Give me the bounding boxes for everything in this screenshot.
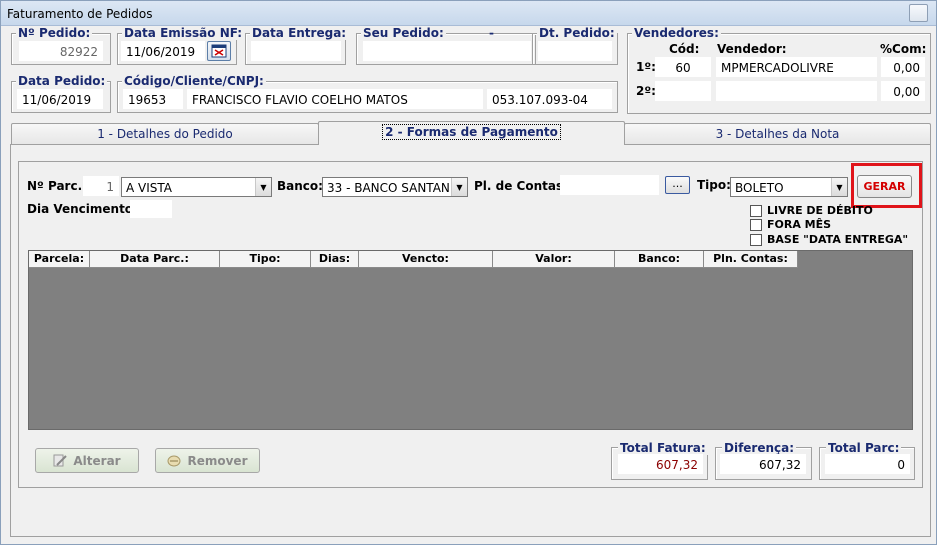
- vendedor2-cod-field[interactable]: [655, 81, 711, 101]
- calendar-icon: [211, 44, 227, 58]
- remove-icon: [167, 455, 181, 467]
- vendedor1-com-field[interactable]: 0,00: [881, 57, 925, 77]
- total-fatura-field[interactable]: 607,32: [618, 454, 703, 474]
- tab-formas-pagamento-label: 2 - Formas de Pagamento: [382, 124, 561, 140]
- remover-button[interactable]: Remover: [155, 448, 260, 473]
- fora-mes-checkbox[interactable]: [750, 219, 762, 231]
- livre-debito-checkbox[interactable]: [750, 205, 762, 217]
- banco-label: Banco:: [277, 179, 323, 193]
- tipo-select[interactable]: BOLETO ▼: [730, 177, 848, 197]
- data-emissao-field[interactable]: 11/06/2019: [121, 41, 205, 61]
- remover-label: Remover: [187, 453, 248, 468]
- chevron-down-icon: ▼: [831, 178, 847, 196]
- diferenca-label: Diferença:: [722, 441, 797, 455]
- dt-pedido-label: Dt. Pedido:: [537, 26, 617, 40]
- vendedores-col-vendedor: Vendedor:: [717, 42, 787, 56]
- cliente-nome-field[interactable]: FRANCISCO FLAVIO COELHO MATOS: [187, 89, 483, 109]
- data-pedido-field[interactable]: 11/06/2019: [17, 89, 103, 109]
- tab-detalhes-nota[interactable]: 3 - Detalhes da Nota: [624, 123, 931, 145]
- window-title: Faturamento de Pedidos: [7, 7, 153, 21]
- close-button[interactable]: [909, 4, 928, 22]
- diferenca-field[interactable]: 607,32: [720, 454, 806, 474]
- tab-detalhes-pedido[interactable]: 1 - Detalhes do Pedido: [11, 123, 319, 145]
- col-dias[interactable]: Dias:: [311, 251, 359, 268]
- num-parc-field[interactable]: 1: [83, 176, 119, 196]
- condicao-select[interactable]: A VISTA ▼: [121, 177, 272, 197]
- alterar-label: Alterar: [73, 453, 121, 468]
- col-banco[interactable]: Banco:: [615, 251, 704, 268]
- title-bar: Faturamento de Pedidos: [1, 1, 936, 26]
- calendar-button[interactable]: [207, 41, 231, 61]
- tab-formas-pagamento[interactable]: 2 - Formas de Pagamento: [318, 121, 625, 145]
- vendedor2-label: 2º:: [636, 84, 656, 98]
- faturamento-window: Faturamento de Pedidos Nº Pedido: 82922 …: [0, 0, 937, 545]
- banco-select[interactable]: 33 - BANCO SANTAND ▼: [322, 177, 468, 197]
- cliente-cnpj-field[interactable]: 053.107.093-04: [487, 89, 612, 109]
- edit-icon: [53, 454, 68, 467]
- col-vencto[interactable]: Vencto:: [359, 251, 493, 268]
- chevron-down-icon: ▼: [451, 178, 467, 196]
- fora-mes-label: FORA MÊS: [767, 218, 832, 231]
- tipo-label: Tipo:: [697, 178, 731, 192]
- num-parc-label: Nº Parc.:: [27, 179, 87, 193]
- pedido-label: Nº Pedido:: [16, 26, 93, 40]
- total-parc-label: Total Parc:: [826, 441, 902, 455]
- col-parcela[interactable]: Parcela:: [29, 251, 90, 268]
- gerar-button[interactable]: GERAR: [857, 175, 912, 198]
- dia-vencimento-label: Dia Vencimento:: [27, 202, 138, 216]
- plano-contas-browse-button[interactable]: ...: [665, 176, 690, 194]
- vendedor1-cod-field[interactable]: 60: [655, 57, 711, 77]
- total-fatura-label: Total Fatura:: [618, 441, 708, 455]
- cliente-label: Código/Cliente/CNPJ:: [122, 74, 266, 88]
- plano-contas-label: Pl. de Contas:: [474, 179, 568, 193]
- data-entrega-field[interactable]: [251, 41, 341, 61]
- tipo-value: BOLETO: [735, 181, 784, 195]
- cliente-codigo-field[interactable]: 19653: [123, 89, 183, 109]
- condicao-value: A VISTA: [126, 181, 172, 195]
- pedido-field[interactable]: 82922: [19, 41, 103, 61]
- data-entrega-label: Data Entrega:: [250, 26, 349, 40]
- col-valor[interactable]: Valor:: [493, 251, 615, 268]
- base-data-entrega-checkbox[interactable]: [750, 234, 762, 246]
- col-pln-contas[interactable]: Pln. Contas:: [704, 251, 798, 268]
- data-pedido-label: Data Pedido:: [16, 74, 108, 88]
- base-data-entrega-label: BASE "DATA ENTREGA": [767, 233, 909, 246]
- plano-contas-field[interactable]: [560, 175, 659, 195]
- vendedores-label: Vendedores:: [632, 26, 721, 40]
- vendedores-col-com: %Com:: [880, 42, 927, 56]
- parcelas-grid[interactable]: Parcela: Data Parc.: Tipo: Dias: Vencto:…: [28, 250, 913, 430]
- seu-pedido-label: Seu Pedido:: [361, 26, 446, 40]
- vendedor2-com-field[interactable]: 0,00: [881, 81, 925, 101]
- vendedor1-nome-field[interactable]: MPMERCADOLIVRE: [716, 57, 877, 77]
- col-data-parc[interactable]: Data Parc.:: [90, 251, 220, 268]
- vendedor1-label: 1º:: [636, 60, 656, 74]
- col-tipo[interactable]: Tipo:: [220, 251, 311, 268]
- total-parc-field[interactable]: 0: [825, 454, 910, 474]
- dia-vencimento-field[interactable]: [130, 200, 172, 218]
- data-emissao-label: Data Emissão NF:: [122, 26, 245, 40]
- chevron-down-icon: ▼: [255, 178, 271, 196]
- banco-value: 33 - BANCO SANTAND: [327, 181, 460, 195]
- livre-debito-label: LIVRE DE DÉBITO: [767, 204, 873, 217]
- vendedor2-nome-field[interactable]: [716, 81, 877, 101]
- seu-pedido-dash: -: [489, 26, 494, 40]
- seu-pedido-field[interactable]: [363, 41, 531, 61]
- alterar-button[interactable]: Alterar: [35, 448, 139, 473]
- vendedores-col-cod: Cód:: [669, 42, 700, 56]
- dt-pedido-field[interactable]: [538, 41, 612, 61]
